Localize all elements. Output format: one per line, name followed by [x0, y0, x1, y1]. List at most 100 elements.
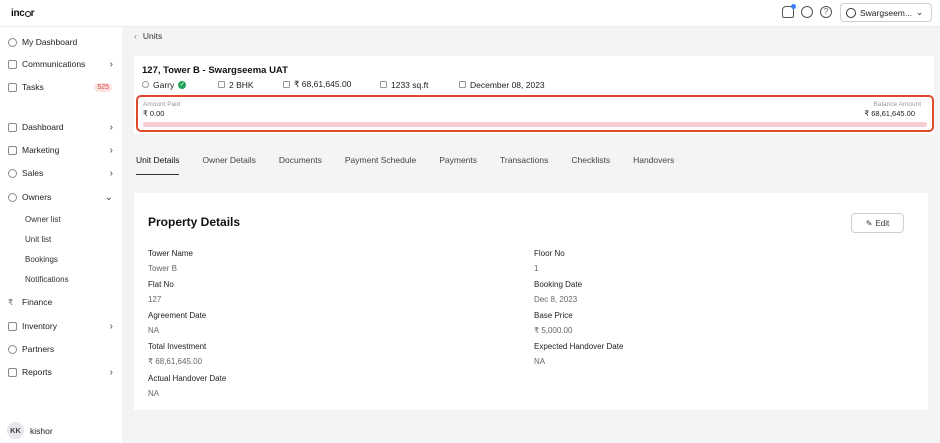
sidebar: My Dashboard Communications › Tasks 525 …: [0, 27, 122, 443]
field-label-flat-no: Flat No: [148, 280, 174, 289]
user-name: kishor: [30, 425, 53, 436]
chevron-right-icon: ›: [109, 320, 113, 332]
chevron-right-icon: ›: [109, 366, 113, 378]
unit-meta-row: Garry ✓ 2 BHK ₹ 68,61,645.00 1233 sq.ft …: [142, 79, 545, 90]
sales-icon: [8, 168, 17, 178]
sidebar-item-marketing[interactable]: Marketing ›: [8, 142, 116, 158]
amount-paid-label: Amount Paid: [143, 101, 181, 108]
chevron-right-icon: ›: [109, 167, 113, 179]
area-icon: [380, 81, 387, 88]
property-details-card: Property Details ✎ Edit Tower Name Tower…: [134, 193, 928, 410]
logo[interactable]: inc r: [11, 8, 34, 19]
pencil-icon: ✎: [865, 218, 873, 228]
field-value-flat-no: 127: [148, 295, 162, 304]
sidebar-item-my-dashboard[interactable]: My Dashboard: [8, 34, 116, 50]
unit-owner[interactable]: Garry ✓: [142, 79, 218, 90]
sidebar-item-tasks[interactable]: Tasks 525: [8, 79, 116, 95]
unit-date: December 08, 2023: [459, 79, 545, 90]
tab-payment-schedule[interactable]: Payment Schedule: [345, 155, 416, 175]
owners-icon: [8, 192, 17, 202]
tab-owner-details[interactable]: Owner Details: [202, 155, 255, 175]
tasks-count-badge: 525: [94, 82, 112, 92]
sidebar-subitem-bookings[interactable]: Bookings: [25, 255, 58, 264]
project-icon: [846, 7, 856, 18]
project-name: Swargseem...: [860, 7, 912, 18]
owner-icon: [142, 81, 149, 88]
sidebar-subitem-unit-list[interactable]: Unit list: [25, 235, 51, 244]
field-label-agreement-date: Agreement Date: [148, 311, 207, 320]
chart-icon: [8, 122, 17, 132]
tab-handovers[interactable]: Handovers: [633, 155, 674, 175]
field-label-tower-name: Tower Name: [148, 249, 193, 258]
chevron-right-icon: ›: [109, 121, 113, 133]
megaphone-icon: [8, 145, 17, 155]
sidebar-item-inventory[interactable]: Inventory ›: [8, 318, 116, 334]
bed-icon: [218, 81, 225, 88]
top-bar: inc r ? Swargseem... ⌄: [0, 0, 940, 27]
unit-config: 2 BHK: [218, 79, 283, 90]
user-icon: [8, 37, 17, 47]
sidebar-item-communications[interactable]: Communications ›: [8, 56, 116, 72]
field-value-agreement-date: NA: [148, 326, 160, 335]
field-label-expected-handover-date: Expected Handover Date: [534, 342, 624, 351]
field-value-floor-no: 1: [534, 264, 539, 273]
tab-documents[interactable]: Documents: [279, 155, 322, 175]
chevron-right-icon: ›: [109, 58, 113, 70]
sidebar-item-finance[interactable]: ₹ Finance: [8, 294, 116, 310]
balance-amount-label: Balance Amount: [873, 101, 921, 108]
field-value-tower-name: Tower B: [148, 264, 177, 273]
payment-progress-bar: [143, 122, 927, 127]
field-label-actual-handover-date: Actual Handover Date: [148, 374, 227, 383]
partners-icon: [8, 344, 17, 354]
back-chevron-icon[interactable]: ‹: [134, 31, 137, 41]
sidebar-item-reports[interactable]: Reports ›: [8, 364, 116, 380]
field-value-base-price: ₹ 5,000.00: [534, 326, 573, 335]
tab-payments[interactable]: Payments: [439, 155, 477, 175]
field-value-total-investment: ₹ 68,61,645.00: [148, 357, 203, 366]
property-details-title: Property Details: [148, 215, 241, 229]
bell-icon[interactable]: [782, 4, 796, 18]
edit-button[interactable]: ✎ Edit: [851, 213, 904, 233]
sidebar-item-owners[interactable]: Owners ⌄: [8, 189, 116, 205]
user-profile[interactable]: KK kishor: [7, 422, 53, 439]
chevron-down-icon: ⌄: [104, 191, 113, 203]
notification-dot: [791, 4, 796, 9]
balance-amount-value: ₹ 68,61,645.00: [864, 109, 915, 118]
verified-check-icon: ✓: [178, 80, 187, 89]
avatar: KK: [7, 422, 24, 439]
chevron-down-icon: ⌄: [915, 7, 924, 17]
tab-transactions[interactable]: Transactions: [500, 155, 548, 175]
field-value-actual-handover-date: NA: [148, 389, 160, 398]
field-label-total-investment: Total Investment: [148, 342, 207, 351]
calendar-icon: [459, 81, 466, 88]
sidebar-subitem-owner-list[interactable]: Owner list: [25, 215, 61, 224]
field-label-floor-no: Floor No: [534, 249, 565, 258]
field-label-booking-date: Booking Date: [534, 280, 583, 289]
tab-unit-details[interactable]: Unit Details: [136, 155, 180, 175]
project-selector[interactable]: Swargseem... ⌄: [840, 3, 932, 22]
gear-icon[interactable]: [801, 6, 813, 18]
rupee-icon: ₹: [8, 297, 14, 307]
tab-checklists[interactable]: Checklists: [571, 155, 610, 175]
reports-icon: [8, 367, 17, 377]
unit-price: ₹ 68,61,645.00: [283, 79, 380, 90]
calendar-icon: [8, 82, 17, 92]
chat-icon: [8, 59, 17, 69]
chevron-right-icon: ›: [109, 144, 113, 156]
breadcrumb-units[interactable]: Units: [143, 31, 162, 41]
sidebar-item-sales[interactable]: Sales ›: [8, 165, 116, 181]
field-value-expected-handover-date: NA: [534, 357, 546, 366]
field-value-booking-date: Dec 8, 2023: [534, 295, 578, 304]
unit-title: 127, Tower B - Swargseema UAT: [142, 65, 288, 76]
payment-progress-box: Amount Paid ₹ 0.00 Balance Amount ₹ 68,6…: [136, 95, 934, 132]
money-icon: [283, 81, 290, 88]
breadcrumb: ‹ Units: [134, 31, 162, 41]
help-icon[interactable]: ?: [820, 6, 832, 18]
unit-tabs: Unit Details Owner Details Documents Pay…: [136, 155, 674, 175]
sidebar-subitem-notifications[interactable]: Notifications: [25, 275, 69, 284]
header-icons: ?: [782, 4, 832, 18]
building-icon: [8, 321, 17, 331]
field-label-base-price: Base Price: [534, 311, 573, 320]
sidebar-item-dashboard[interactable]: Dashboard ›: [8, 119, 116, 135]
sidebar-item-partners[interactable]: Partners: [8, 341, 116, 357]
